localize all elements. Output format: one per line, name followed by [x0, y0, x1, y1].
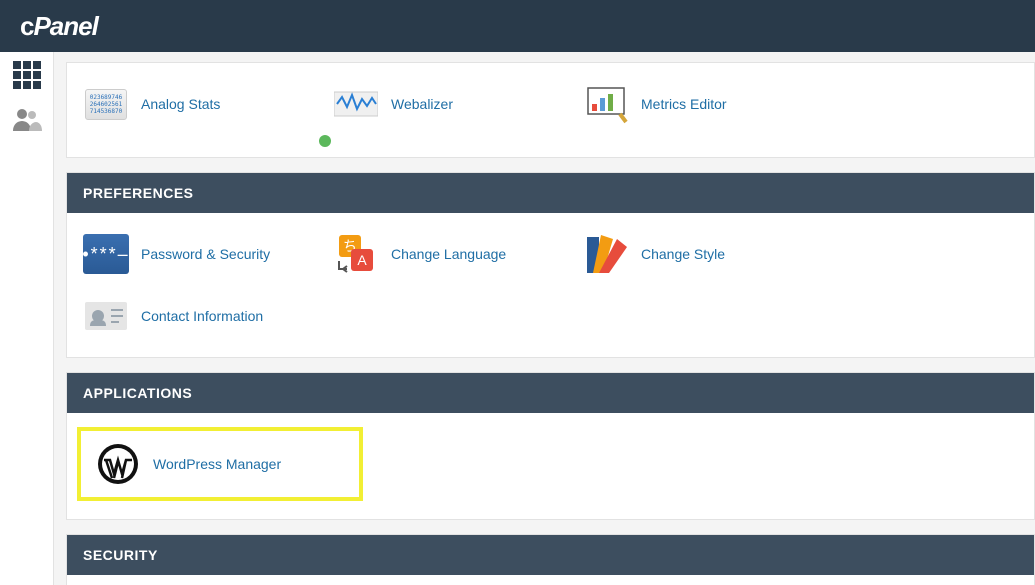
analog-stats-icon: 023689746264602561714536870	[83, 81, 129, 127]
preferences-panel: PREFERENCES •***– Password & Security ちA…	[66, 172, 1035, 358]
section-header: PREFERENCES	[67, 173, 1034, 213]
security-panel: SECURITY >_SSH SSH Access IP IP Blocker	[66, 534, 1035, 585]
section-header: SECURITY	[67, 535, 1034, 575]
item-label: Contact Information	[141, 308, 263, 324]
item-label: WordPress Manager	[153, 456, 281, 472]
contact-icon	[83, 293, 129, 339]
wordpress-icon	[95, 441, 141, 487]
metrics-section-partial: 023689746264602561714536870 Analog Stats…	[66, 62, 1035, 158]
item-label: Webalizer	[391, 96, 453, 112]
users-icon[interactable]	[12, 106, 42, 132]
main-content: 023689746264602561714536870 Analog Stats…	[54, 52, 1035, 585]
svg-text:A: A	[357, 252, 367, 268]
highlighted-item: WordPress Manager	[77, 427, 363, 501]
webalizer-icon	[333, 81, 379, 127]
language-icon: ちA	[333, 231, 379, 277]
metrics-editor-link[interactable]: Metrics Editor	[583, 73, 833, 135]
analog-stats-link[interactable]: 023689746264602561714536870 Analog Stats	[83, 73, 333, 135]
change-language-link[interactable]: ちA Change Language	[333, 223, 583, 285]
change-style-link[interactable]: Change Style	[583, 223, 833, 285]
item-label: Change Style	[641, 246, 725, 262]
password-security-link[interactable]: •***– Password & Security	[83, 223, 333, 285]
wordpress-manager-link[interactable]: WordPress Manager	[95, 441, 345, 487]
applications-panel: APPLICATIONS WordPress Manager	[66, 372, 1035, 520]
cpanel-logo	[20, 11, 98, 42]
item-label: Change Language	[391, 246, 506, 262]
section-header: APPLICATIONS	[67, 373, 1034, 413]
item-label: Password & Security	[141, 246, 270, 262]
webalizer-link[interactable]: Webalizer	[333, 73, 583, 135]
style-icon	[583, 231, 629, 277]
metrics-editor-icon	[583, 81, 629, 127]
sidebar	[0, 52, 54, 585]
header	[0, 0, 1035, 52]
item-label: Analog Stats	[141, 96, 220, 112]
contact-info-link[interactable]: Contact Information	[83, 285, 333, 347]
apps-grid-icon[interactable]	[12, 62, 42, 88]
status-indicator-icon	[305, 135, 333, 147]
item-label: Metrics Editor	[641, 96, 727, 112]
password-icon: •***–	[83, 234, 129, 274]
